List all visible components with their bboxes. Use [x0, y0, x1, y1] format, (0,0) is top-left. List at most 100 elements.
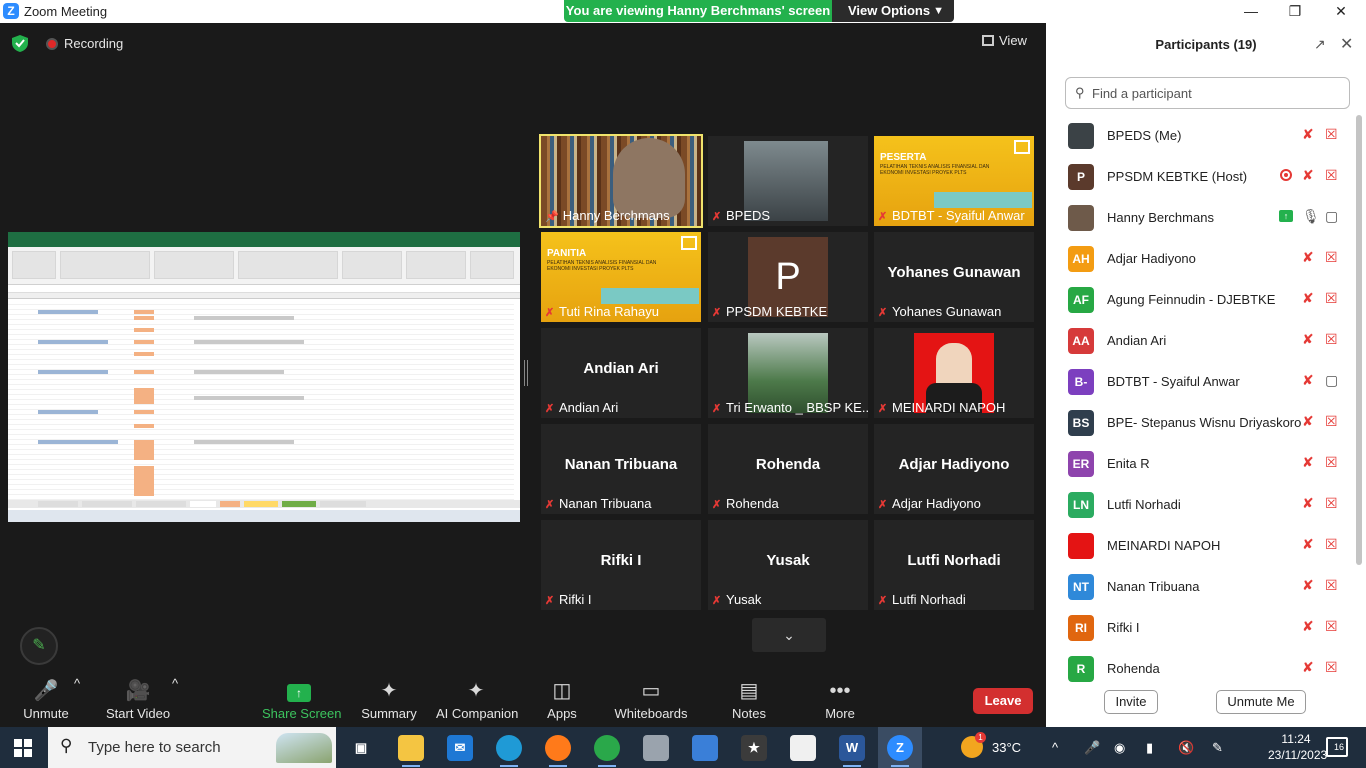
video-off-icon[interactable]: ☒: [1325, 536, 1338, 553]
security-shield-icon[interactable]: [12, 35, 28, 52]
notification-center-icon[interactable]: 16: [1326, 737, 1348, 757]
video-tile[interactable]: Yohanes Gunawan ✗ Yohanes Gunawan: [874, 232, 1034, 322]
view-splitter-handle[interactable]: [524, 360, 528, 386]
close-panel-icon[interactable]: ✕: [1340, 34, 1353, 54]
unmute-me-button[interactable]: Unmute Me: [1216, 690, 1306, 714]
video-tile[interactable]: PANITIA PELATIHAN TEKNIS ANALISIS FINANS…: [541, 232, 701, 322]
taskbar-search-box[interactable]: ⚲ Type here to search: [48, 727, 336, 768]
video-off-icon[interactable]: ☒: [1325, 659, 1338, 676]
invite-button[interactable]: Invite: [1104, 690, 1158, 714]
video-tile[interactable]: Andian Ari ✗ Andian Ari: [541, 328, 701, 418]
video-tile[interactable]: Rifki I ✗ Rifki I: [541, 520, 701, 610]
document-icon[interactable]: [790, 735, 816, 761]
more-button[interactable]: ••• More: [820, 676, 860, 727]
video-tile[interactable]: 📌 Hanny Berchmans: [539, 134, 703, 228]
mic-muted-icon[interactable]: ✘: [1302, 577, 1314, 594]
view-options-button[interactable]: View Options ▼: [832, 0, 954, 22]
participant-row[interactable]: B- BDTBT - Syaiful Anwar ✘ ▢: [1046, 361, 1356, 402]
pen-tray-icon[interactable]: ✎: [1212, 740, 1223, 756]
participant-row[interactable]: ER Enita R ✘ ☒: [1046, 443, 1356, 484]
participant-row[interactable]: LN Lutfi Norhadi ✘ ☒: [1046, 484, 1356, 525]
mail-icon[interactable]: ✉: [447, 735, 473, 761]
notes-button[interactable]: ▤ Notes: [728, 676, 770, 727]
participant-row[interactable]: RI Rifki I ✘ ☒: [1046, 607, 1356, 648]
leave-button[interactable]: Leave: [973, 688, 1033, 714]
share-screen-button[interactable]: ↑ Share Screen: [262, 676, 342, 727]
next-page-chevron-icon[interactable]: ⌄: [752, 618, 826, 652]
microsoft-store-icon[interactable]: [692, 735, 718, 761]
microphone-tray-icon[interactable]: 🎤: [1084, 740, 1100, 756]
mic-muted-icon[interactable]: ✘: [1302, 536, 1314, 553]
participant-row[interactable]: P PPSDM KEBTKE (Host) ✘ ☒: [1046, 156, 1356, 197]
minimize-button[interactable]: —: [1228, 0, 1274, 23]
participant-row[interactable]: BPEDS (Me) ✘ ☒: [1046, 115, 1356, 156]
battery-icon[interactable]: ▮: [1146, 740, 1153, 756]
mic-muted-icon[interactable]: ✘: [1302, 290, 1314, 307]
video-tile[interactable]: Rohenda ✗ Rohenda: [708, 424, 868, 514]
annotate-pen-icon[interactable]: ✎: [20, 627, 58, 665]
video-tile[interactable]: Nanan Tribuana ✗ Nanan Tribuana: [541, 424, 701, 514]
file-explorer-icon[interactable]: [398, 735, 424, 767]
participant-row[interactable]: NT Nanan Tribuana ✘ ☒: [1046, 566, 1356, 607]
chrome-icon[interactable]: [594, 735, 620, 767]
video-icon[interactable]: ▢: [1325, 208, 1338, 225]
mic-muted-icon[interactable]: ✘: [1302, 454, 1314, 471]
show-hidden-icons-icon[interactable]: ^: [1052, 740, 1058, 755]
video-off-icon[interactable]: ☒: [1325, 577, 1338, 594]
windows-start-icon[interactable]: [14, 739, 32, 757]
pop-out-icon[interactable]: ↗: [1314, 36, 1326, 53]
restore-button[interactable]: ❐: [1272, 0, 1318, 23]
video-off-icon[interactable]: ☒: [1325, 454, 1338, 471]
participant-row[interactable]: R Rohenda ✘ ☒: [1046, 648, 1356, 683]
participant-row[interactable]: AH Adjar Hadiyono ✘ ☒: [1046, 238, 1356, 279]
video-tile[interactable]: ✗ Tri Erwanto _ BBSP KE...: [708, 328, 868, 418]
temperature-label[interactable]: 33°C: [992, 740, 1021, 755]
video-tile[interactable]: ✗ MEINARDI NAPOH: [874, 328, 1034, 418]
mic-muted-icon[interactable]: ✘: [1302, 167, 1314, 184]
mic-muted-icon[interactable]: ✘: [1302, 372, 1314, 389]
participant-row[interactable]: MEINARDI NAPOH ✘ ☒: [1046, 525, 1356, 566]
mic-muted-icon[interactable]: ✘: [1302, 618, 1314, 635]
media-app-icon[interactable]: ★: [741, 735, 767, 761]
mic-muted-icon[interactable]: ✘: [1302, 249, 1314, 266]
video-off-icon[interactable]: ☒: [1325, 413, 1338, 430]
video-tile[interactable]: Lutfi Norhadi ✗ Lutfi Norhadi: [874, 520, 1034, 610]
view-button[interactable]: View: [982, 33, 1038, 55]
mic-muted-icon[interactable]: ✘: [1302, 126, 1314, 143]
video-tile[interactable]: ✗ BPEDS: [708, 136, 868, 226]
video-tile[interactable]: PESERTA PELATIHAN TEKNIS ANALISIS FINANS…: [874, 136, 1034, 226]
printer-app-icon[interactable]: [643, 735, 669, 761]
audio-options-caret-icon[interactable]: ^: [74, 676, 80, 727]
whiteboards-button[interactable]: ▭ Whiteboards: [614, 676, 688, 727]
participant-row[interactable]: AA Andian Ari ✘ ☒: [1046, 320, 1356, 361]
video-icon[interactable]: ▢: [1325, 372, 1338, 389]
participant-search-input[interactable]: [1092, 84, 1342, 102]
mic-muted-icon[interactable]: ✘: [1302, 413, 1314, 430]
clock[interactable]: 11:24 23/11/2023: [1268, 731, 1327, 763]
unmute-button[interactable]: 🎤 Unmute: [18, 676, 74, 727]
mic-muted-icon[interactable]: ✘: [1302, 495, 1314, 512]
mic-muted-icon[interactable]: ✘: [1302, 331, 1314, 348]
video-tile[interactable]: Adjar Hadiyono ✗ Adjar Hadiyono: [874, 424, 1034, 514]
firefox-icon[interactable]: [545, 735, 571, 767]
start-video-button[interactable]: 🎥 Start Video: [106, 676, 170, 727]
zoom-app-icon[interactable]: Z: [887, 735, 913, 767]
video-options-caret-icon[interactable]: ^: [172, 676, 178, 727]
video-tile[interactable]: Yusak ✗ Yusak: [708, 520, 868, 610]
video-tile[interactable]: P ✗ PPSDM KEBTKE: [708, 232, 868, 322]
close-button[interactable]: ✕: [1318, 0, 1364, 23]
shared-screen[interactable]: [8, 232, 520, 522]
participant-row[interactable]: AF Agung Feinnudin - DJEBTKE ✘ ☒: [1046, 279, 1356, 320]
mic-icon[interactable]: 🎙: [1302, 208, 1320, 225]
participant-row[interactable]: Hanny Berchmans ↑ 🎙 ▢: [1046, 197, 1356, 238]
camera-tray-icon[interactable]: ◉: [1114, 740, 1125, 756]
video-off-icon[interactable]: ☒: [1325, 249, 1338, 266]
video-off-icon[interactable]: ☒: [1325, 618, 1338, 635]
ai-companion-button[interactable]: ✦ AI Companion: [436, 676, 518, 727]
participant-row[interactable]: BS BPE- Stepanus Wisnu Driyaskoro ✘ ☒: [1046, 402, 1356, 443]
mic-muted-icon[interactable]: ✘: [1302, 659, 1314, 676]
apps-button[interactable]: ◫ Apps: [540, 676, 584, 727]
participants-scrollbar[interactable]: [1356, 115, 1362, 565]
video-off-icon[interactable]: ☒: [1325, 331, 1338, 348]
volume-muted-icon[interactable]: 🔇: [1178, 740, 1194, 756]
